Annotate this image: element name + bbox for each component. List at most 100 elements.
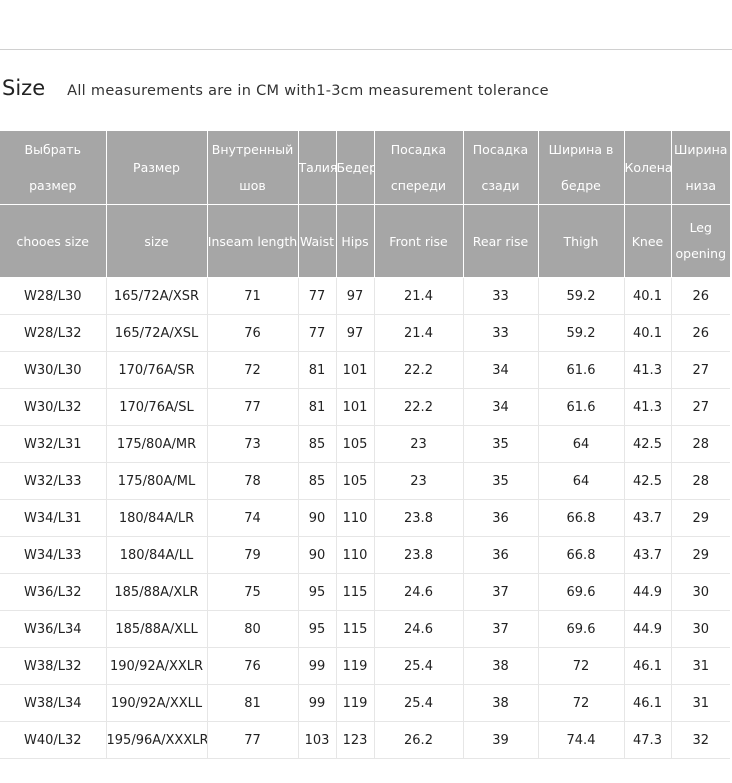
size-heading: Size All measurements are in CM with1-3c… [2,76,549,106]
table-cell: 22.2 [374,388,464,426]
column-header-en-2: Inseam length [207,204,299,278]
table-cell: W28/L32 [0,314,107,352]
table-cell: 30 [671,610,730,648]
table-cell: 46.1 [624,684,672,722]
table-cell: 23 [374,425,464,463]
column-header-en-0: chooes size [0,204,107,278]
table-cell: 90 [298,499,337,537]
table-cell: 90 [298,536,337,574]
table-cell: 115 [336,573,375,611]
table-row: W32/L33 175/80A/ML 78 85 105 23 35 64 42.5 28 [0,462,730,500]
column-header-ru-4: Бедер [336,131,375,205]
table-row: W36/L32 185/88A/XLR 75 95 115 24.6 37 69.6 44.9 3… [0,573,730,611]
table-cell: 115 [336,610,375,648]
column-header-en-5: Front rise [374,204,464,278]
column-header-ru-2: Внутренный шов [207,131,299,205]
table-cell: 81 [207,684,299,722]
table-row: W40/L32 195/96A/XXXLR 77 103 123 26.2 39 74.4 47… [0,721,730,759]
table-cell: 30 [671,573,730,611]
table-cell: 74 [207,499,299,537]
table-cell: 72 [538,684,625,722]
table-cell: 33 [463,277,539,315]
column-header-ru-3: Талия [298,131,337,205]
table-cell: 41.3 [624,351,672,389]
table-cell: 103 [298,721,337,759]
table-cell: 180/84A/LL [106,536,208,574]
table-cell: 101 [336,351,375,389]
table-row: W30/L32 170/76A/SL 77 81 101 22.2 34 61.6 41.3 27 [0,388,730,426]
table-cell: 61.6 [538,388,625,426]
table-cell: 99 [298,647,337,685]
table-cell: 59.2 [538,314,625,352]
table-cell: 37 [463,610,539,648]
table-cell: 42.5 [624,425,672,463]
table-row: W28/L30 165/72A/XSR 71 77 97 21.4 33 59.2 40.1 26 [0,277,730,315]
table-cell: 64 [538,462,625,500]
top-divider [0,49,732,50]
table-row: W34/L31 180/84A/LR 74 90 110 23.8 36 66.8 43.7 29 [0,499,730,537]
table-cell: 170/76A/SL [106,388,208,426]
table-cell: 97 [336,277,375,315]
table-cell: 165/72A/XSL [106,314,208,352]
table-cell: 195/96A/XXXLR [106,721,208,759]
table-row: W38/L32 190/92A/XXLR 76 99 119 25.4 38 72 46.1 31 [0,647,730,685]
table-cell: 76 [207,647,299,685]
table-cell: W38/L34 [0,684,107,722]
table-cell: 43.7 [624,499,672,537]
table-cell: 74.4 [538,721,625,759]
table-cell: 25.4 [374,684,464,722]
table-row: W38/L34 190/92A/XXLL 81 99 119 25.4 38 72 46.1 31 [0,684,730,722]
table-cell: 43.7 [624,536,672,574]
table-cell: 23.8 [374,536,464,574]
table-cell: 81 [298,351,337,389]
table-cell: 80 [207,610,299,648]
table-cell: 21.4 [374,314,464,352]
table-cell: 64 [538,425,625,463]
table-cell: W36/L32 [0,573,107,611]
table-cell: 32 [671,721,730,759]
table-cell: 170/76A/SR [106,351,208,389]
table-cell: 24.6 [374,610,464,648]
column-header-en-3: Waist [298,204,337,278]
table-cell: 28 [671,462,730,500]
column-header-en-7: Thigh [538,204,625,278]
column-header-ru-9: Ширина низа [671,131,730,205]
table-cell: 165/72A/XSR [106,277,208,315]
table-cell: 95 [298,573,337,611]
table-cell: 123 [336,721,375,759]
table-cell: 119 [336,684,375,722]
table-row: W34/L33 180/84A/LL 79 90 110 23.8 36 66.8 43.7 29 [0,536,730,574]
table-cell: 59.2 [538,277,625,315]
table-cell: W36/L34 [0,610,107,648]
table-cell: 105 [336,425,375,463]
table-cell: W32/L33 [0,462,107,500]
size-title: Size [2,76,46,100]
table-cell: 26 [671,277,730,315]
column-header-ru-6: Посадка сзади [463,131,539,205]
table-row: W36/L34 185/88A/XLL 80 95 115 24.6 37 69.6 44.9 3… [0,610,730,648]
table-cell: W28/L30 [0,277,107,315]
table-cell: 77 [298,314,337,352]
table-cell: 105 [336,462,375,500]
table-cell: 44.9 [624,610,672,648]
table-cell: 71 [207,277,299,315]
table-cell: 25.4 [374,647,464,685]
table-cell: W30/L30 [0,351,107,389]
table-row: W28/L32 165/72A/XSL 76 77 97 21.4 33 59.2 40.1 26 [0,314,730,352]
table-cell: W34/L33 [0,536,107,574]
table-cell: 31 [671,684,730,722]
table-row: W30/L30 170/76A/SR 72 81 101 22.2 34 61.6 41.3 27 [0,351,730,389]
column-header-ru-1: Размер [106,131,208,205]
table-cell: 110 [336,499,375,537]
table-cell: 97 [336,314,375,352]
table-cell: 180/84A/LR [106,499,208,537]
table-cell: 24.6 [374,573,464,611]
table-cell: W38/L32 [0,647,107,685]
table-cell: 69.6 [538,610,625,648]
column-header-en-4: Hips [336,204,375,278]
table-cell: 29 [671,499,730,537]
table-cell: 66.8 [538,499,625,537]
table-cell: 61.6 [538,351,625,389]
table-cell: 40.1 [624,277,672,315]
table-cell: 77 [207,388,299,426]
